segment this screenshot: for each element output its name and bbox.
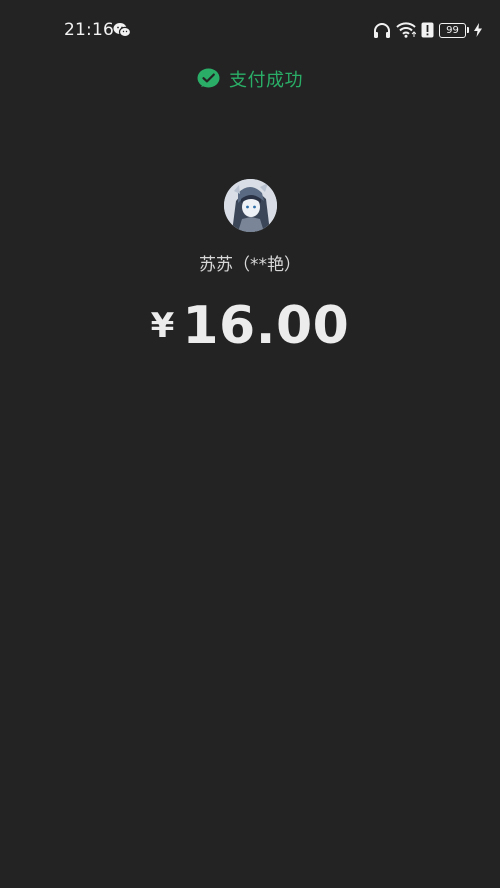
payee-name: 苏苏（**艳） bbox=[199, 255, 301, 275]
amount-value: 16.00 bbox=[182, 296, 350, 356]
charging-icon bbox=[474, 23, 482, 37]
currency-symbol: ¥ bbox=[150, 306, 175, 346]
battery-tip bbox=[467, 27, 469, 33]
wechat-icon bbox=[113, 23, 131, 38]
alert-icon bbox=[421, 22, 434, 38]
avatar[interactable] bbox=[224, 179, 277, 232]
wifi-icon bbox=[396, 22, 416, 38]
check-circle-icon bbox=[197, 68, 220, 88]
status-bar: 21:16 99 bbox=[0, 0, 500, 62]
payment-result-title: 支付成功 bbox=[229, 70, 303, 91]
status-icons: 99 bbox=[373, 20, 482, 40]
payment-result-header: 支付成功 bbox=[0, 66, 500, 92]
battery-icon: 99 bbox=[439, 22, 466, 38]
avatar-image bbox=[224, 179, 277, 232]
payment-amount: ¥ 16.00 bbox=[0, 296, 500, 356]
headphones-icon bbox=[374, 22, 390, 38]
status-time: 21:16 bbox=[64, 20, 114, 40]
battery-level: 99 bbox=[446, 24, 459, 36]
